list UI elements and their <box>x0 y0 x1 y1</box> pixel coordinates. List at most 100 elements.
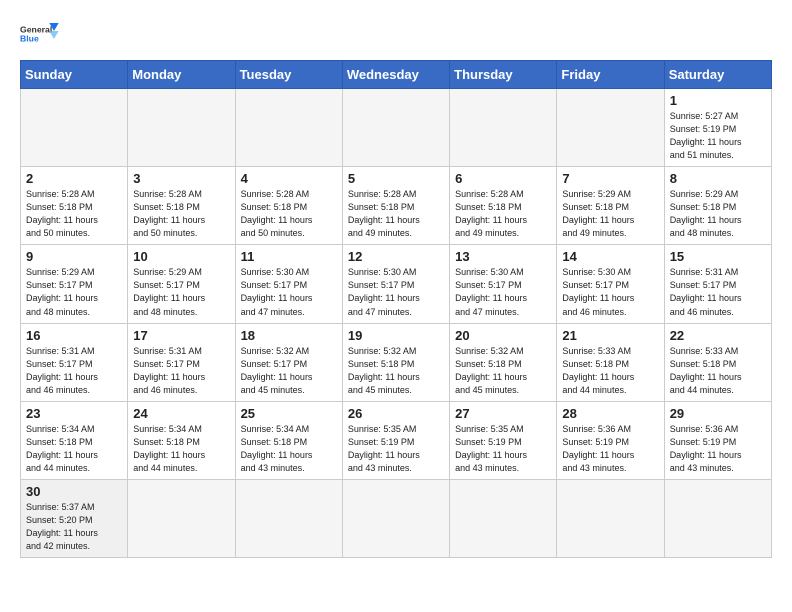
calendar-cell: 14 Sunrise: 5:30 AM Sunset: 5:17 PM Dayli… <box>557 245 664 323</box>
cell-date-number: 17 <box>133 328 229 343</box>
cell-info-text: Sunrise: 5:30 AM Sunset: 5:17 PM Dayligh… <box>241 266 337 318</box>
calendar-cell: 10 Sunrise: 5:29 AM Sunset: 5:17 PM Dayli… <box>128 245 235 323</box>
calendar-cell: 11 Sunrise: 5:30 AM Sunset: 5:17 PM Dayli… <box>235 245 342 323</box>
cell-info-text: Sunrise: 5:28 AM Sunset: 5:18 PM Dayligh… <box>133 188 229 240</box>
cell-date-number: 11 <box>241 249 337 264</box>
cell-info-text: Sunrise: 5:30 AM Sunset: 5:17 PM Dayligh… <box>348 266 444 318</box>
calendar-cell: 28 Sunrise: 5:36 AM Sunset: 5:19 PM Dayli… <box>557 401 664 479</box>
cell-info-text: Sunrise: 5:28 AM Sunset: 5:18 PM Dayligh… <box>348 188 444 240</box>
calendar-cell <box>235 479 342 557</box>
cell-info-text: Sunrise: 5:35 AM Sunset: 5:19 PM Dayligh… <box>455 423 551 475</box>
cell-info-text: Sunrise: 5:29 AM Sunset: 5:18 PM Dayligh… <box>562 188 658 240</box>
cell-info-text: Sunrise: 5:30 AM Sunset: 5:17 PM Dayligh… <box>455 266 551 318</box>
cell-date-number: 6 <box>455 171 551 186</box>
calendar-cell <box>21 89 128 167</box>
cell-info-text: Sunrise: 5:32 AM Sunset: 5:18 PM Dayligh… <box>455 345 551 397</box>
cell-date-number: 26 <box>348 406 444 421</box>
calendar-cell: 8 Sunrise: 5:29 AM Sunset: 5:18 PM Daylig… <box>664 167 771 245</box>
calendar-cell <box>235 89 342 167</box>
cell-info-text: Sunrise: 5:33 AM Sunset: 5:18 PM Dayligh… <box>670 345 766 397</box>
calendar-cell: 21Sunrise: 5:33 AM Sunset: 5:18 PM Dayli… <box>557 323 664 401</box>
cell-date-number: 4 <box>241 171 337 186</box>
svg-text:Blue: Blue <box>20 34 39 44</box>
calendar-cell: 2 Sunrise: 5:28 AM Sunset: 5:18 PM Daylig… <box>21 167 128 245</box>
cell-info-text: Sunrise: 5:29 AM Sunset: 5:18 PM Dayligh… <box>670 188 766 240</box>
calendar-cell: 24 Sunrise: 5:34 AM Sunset: 5:18 PM Dayli… <box>128 401 235 479</box>
calendar-cell: 23 Sunrise: 5:34 AM Sunset: 5:18 PM Dayli… <box>21 401 128 479</box>
cell-date-number: 28 <box>562 406 658 421</box>
calendar-cell: 25 Sunrise: 5:34 AM Sunset: 5:18 PM Dayli… <box>235 401 342 479</box>
cell-info-text: Sunrise: 5:29 AM Sunset: 5:17 PM Dayligh… <box>26 266 122 318</box>
weekday-header-tuesday: Tuesday <box>235 61 342 89</box>
calendar-week-row: 9 Sunrise: 5:29 AM Sunset: 5:17 PM Daylig… <box>21 245 772 323</box>
calendar-cell: 4 Sunrise: 5:28 AM Sunset: 5:18 PM Daylig… <box>235 167 342 245</box>
calendar-cell: 29 Sunrise: 5:36 AM Sunset: 5:19 PM Dayli… <box>664 401 771 479</box>
cell-date-number: 3 <box>133 171 229 186</box>
cell-info-text: Sunrise: 5:28 AM Sunset: 5:18 PM Dayligh… <box>455 188 551 240</box>
cell-date-number: 10 <box>133 249 229 264</box>
calendar-cell: 12 Sunrise: 5:30 AM Sunset: 5:17 PM Dayli… <box>342 245 449 323</box>
cell-info-text: Sunrise: 5:31 AM Sunset: 5:17 PM Dayligh… <box>26 345 122 397</box>
cell-info-text: Sunrise: 5:35 AM Sunset: 5:19 PM Dayligh… <box>348 423 444 475</box>
calendar-cell <box>450 89 557 167</box>
calendar-cell <box>342 89 449 167</box>
calendar-cell: 3 Sunrise: 5:28 AM Sunset: 5:18 PM Daylig… <box>128 167 235 245</box>
cell-date-number: 8 <box>670 171 766 186</box>
cell-date-number: 24 <box>133 406 229 421</box>
cell-date-number: 13 <box>455 249 551 264</box>
cell-info-text: Sunrise: 5:36 AM Sunset: 5:19 PM Dayligh… <box>670 423 766 475</box>
calendar-cell <box>450 479 557 557</box>
calendar-cell <box>557 89 664 167</box>
cell-date-number: 2 <box>26 171 122 186</box>
cell-date-number: 7 <box>562 171 658 186</box>
cell-info-text: Sunrise: 5:32 AM Sunset: 5:18 PM Dayligh… <box>348 345 444 397</box>
cell-date-number: 29 <box>670 406 766 421</box>
calendar-cell: 6 Sunrise: 5:28 AM Sunset: 5:18 PM Daylig… <box>450 167 557 245</box>
calendar-week-row: 23 Sunrise: 5:34 AM Sunset: 5:18 PM Dayli… <box>21 401 772 479</box>
cell-info-text: Sunrise: 5:30 AM Sunset: 5:17 PM Dayligh… <box>562 266 658 318</box>
cell-info-text: Sunrise: 5:28 AM Sunset: 5:18 PM Dayligh… <box>241 188 337 240</box>
cell-info-text: Sunrise: 5:34 AM Sunset: 5:18 PM Dayligh… <box>133 423 229 475</box>
calendar-table: SundayMondayTuesdayWednesdayThursdayFrid… <box>20 60 772 558</box>
calendar-cell <box>128 479 235 557</box>
calendar-week-row: 30Sunrise: 5:37 AM Sunset: 5:20 PM Dayli… <box>21 479 772 557</box>
calendar-cell: 1 Sunrise: 5:27 AM Sunset: 5:19 PM Daylig… <box>664 89 771 167</box>
cell-date-number: 25 <box>241 406 337 421</box>
calendar-cell: 13 Sunrise: 5:30 AM Sunset: 5:17 PM Dayli… <box>450 245 557 323</box>
cell-date-number: 14 <box>562 249 658 264</box>
calendar-cell: 30Sunrise: 5:37 AM Sunset: 5:20 PM Dayli… <box>21 479 128 557</box>
calendar-cell: 17Sunrise: 5:31 AM Sunset: 5:17 PM Dayli… <box>128 323 235 401</box>
cell-info-text: Sunrise: 5:36 AM Sunset: 5:19 PM Dayligh… <box>562 423 658 475</box>
calendar-cell: 20Sunrise: 5:32 AM Sunset: 5:18 PM Dayli… <box>450 323 557 401</box>
cell-info-text: Sunrise: 5:34 AM Sunset: 5:18 PM Dayligh… <box>26 423 122 475</box>
weekday-header-monday: Monday <box>128 61 235 89</box>
cell-date-number: 16 <box>26 328 122 343</box>
calendar-cell: 22 Sunrise: 5:33 AM Sunset: 5:18 PM Dayli… <box>664 323 771 401</box>
cell-date-number: 5 <box>348 171 444 186</box>
cell-date-number: 30 <box>26 484 122 499</box>
cell-info-text: Sunrise: 5:34 AM Sunset: 5:18 PM Dayligh… <box>241 423 337 475</box>
calendar-cell <box>342 479 449 557</box>
cell-date-number: 9 <box>26 249 122 264</box>
calendar-cell <box>664 479 771 557</box>
cell-info-text: Sunrise: 5:28 AM Sunset: 5:18 PM Dayligh… <box>26 188 122 240</box>
weekday-header-saturday: Saturday <box>664 61 771 89</box>
logo-icon: General Blue <box>20 20 60 50</box>
calendar-week-row: 2 Sunrise: 5:28 AM Sunset: 5:18 PM Daylig… <box>21 167 772 245</box>
cell-date-number: 15 <box>670 249 766 264</box>
weekday-header-thursday: Thursday <box>450 61 557 89</box>
cell-info-text: Sunrise: 5:31 AM Sunset: 5:17 PM Dayligh… <box>670 266 766 318</box>
cell-info-text: Sunrise: 5:33 AM Sunset: 5:18 PM Dayligh… <box>562 345 658 397</box>
weekday-header-friday: Friday <box>557 61 664 89</box>
cell-date-number: 22 <box>670 328 766 343</box>
cell-info-text: Sunrise: 5:27 AM Sunset: 5:19 PM Dayligh… <box>670 110 766 162</box>
cell-info-text: Sunrise: 5:29 AM Sunset: 5:17 PM Dayligh… <box>133 266 229 318</box>
calendar-cell: 16 Sunrise: 5:31 AM Sunset: 5:17 PM Dayli… <box>21 323 128 401</box>
calendar-cell: 27Sunrise: 5:35 AM Sunset: 5:19 PM Dayli… <box>450 401 557 479</box>
calendar-cell <box>557 479 664 557</box>
cell-date-number: 1 <box>670 93 766 108</box>
weekday-header-wednesday: Wednesday <box>342 61 449 89</box>
cell-date-number: 23 <box>26 406 122 421</box>
cell-date-number: 18 <box>241 328 337 343</box>
cell-date-number: 12 <box>348 249 444 264</box>
